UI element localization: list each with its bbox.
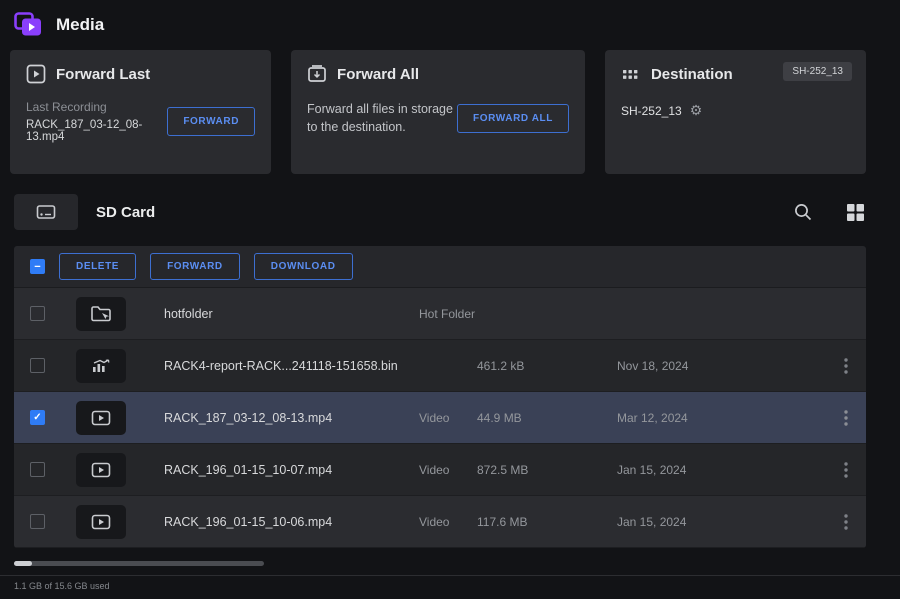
file-type: Video — [419, 515, 477, 529]
report-file-icon — [76, 349, 126, 383]
forward-last-card: Forward Last Last Recording RACK_187_03-… — [10, 50, 271, 174]
storage-usage-fill — [14, 561, 32, 566]
gear-icon[interactable]: ⚙ — [690, 102, 703, 119]
last-recording-label: Last Recording — [26, 100, 167, 114]
row-checkbox[interactable] — [30, 306, 45, 321]
file-type: Video — [419, 411, 477, 425]
file-date: Nov 18, 2024 — [617, 359, 826, 373]
destination-card: SH-252_13 Destination SH-252_13 ⚙ — [605, 50, 866, 174]
search-button[interactable] — [793, 202, 813, 222]
table-row[interactable]: RACK_196_01-15_10-06.mp4 Video 117.6 MB … — [14, 496, 866, 548]
video-file-icon — [76, 505, 126, 539]
row-checkbox[interactable] — [30, 514, 45, 529]
app-header: Media — [0, 0, 900, 48]
row-menu-button[interactable] — [826, 514, 866, 530]
table-row[interactable]: hotfolder Hot Folder — [14, 288, 866, 340]
forward-all-description: Forward all files in storage to the dest… — [307, 100, 457, 136]
table-row[interactable]: RACK_187_03-12_08-13.mp4 Video 44.9 MB M… — [14, 392, 866, 444]
file-size: 461.2 kB — [477, 359, 617, 373]
forward-selected-button[interactable]: FORWARD — [150, 253, 240, 280]
storage-title: SD Card — [96, 204, 155, 221]
file-size: 872.5 MB — [477, 463, 617, 477]
summary-cards: Forward Last Last Recording RACK_187_03-… — [10, 50, 866, 174]
sd-card-icon — [36, 203, 56, 221]
select-all-checkbox[interactable] — [30, 259, 45, 274]
file-type: Video — [419, 463, 477, 477]
storage-usage-bar — [14, 561, 264, 566]
play-square-icon — [26, 64, 46, 84]
destination-value: SH-252_13 — [621, 104, 682, 118]
file-table: DELETE FORWARD DOWNLOAD hotfolder Hot Fo… — [14, 246, 866, 548]
row-menu-button[interactable] — [826, 462, 866, 478]
hot-folder-icon — [76, 297, 126, 331]
search-icon — [793, 202, 813, 222]
table-row[interactable]: RACK_196_01-15_10-07.mp4 Video 872.5 MB … — [14, 444, 866, 496]
storage-usage-text: 1.1 GB of 15.6 GB used — [0, 576, 900, 591]
file-name: RACK_196_01-15_10-07.mp4 — [164, 463, 419, 477]
storage-selector-button[interactable] — [14, 194, 78, 230]
page-title: Media — [56, 15, 104, 35]
delete-button[interactable]: DELETE — [59, 253, 136, 280]
table-row[interactable]: RACK4-report-RACK...241118-151658.bin 46… — [14, 340, 866, 392]
forward-all-card: Forward All Forward all files in storage… — [291, 50, 585, 174]
row-checkbox[interactable] — [30, 410, 45, 425]
destination-badge: SH-252_13 — [783, 62, 852, 81]
download-button[interactable]: DOWNLOAD — [254, 253, 353, 280]
row-checkbox[interactable] — [30, 462, 45, 477]
file-name: RACK_187_03-12_08-13.mp4 — [164, 411, 419, 425]
file-type: Hot Folder — [419, 307, 477, 321]
file-date: Mar 12, 2024 — [617, 411, 826, 425]
grid-view-icon — [845, 202, 866, 223]
file-size: 44.9 MB — [477, 411, 617, 425]
destination-grid-icon — [621, 64, 641, 84]
storage-header: SD Card — [14, 194, 866, 230]
grid-view-button[interactable] — [845, 202, 866, 223]
row-menu-button[interactable] — [826, 410, 866, 426]
card-title: Forward All — [337, 66, 419, 83]
file-size: 117.6 MB — [477, 515, 617, 529]
forward-all-icon — [307, 64, 327, 84]
media-logo-icon — [14, 12, 44, 38]
card-title: Forward Last — [56, 66, 150, 83]
file-name: RACK_196_01-15_10-06.mp4 — [164, 515, 419, 529]
file-name: RACK4-report-RACK...241118-151658.bin — [164, 359, 419, 373]
file-date: Jan 15, 2024 — [617, 463, 826, 477]
card-title: Destination — [651, 66, 733, 83]
forward-all-button[interactable]: FORWARD ALL — [457, 104, 569, 133]
forward-button[interactable]: FORWARD — [167, 107, 255, 136]
video-file-icon — [76, 401, 126, 435]
table-toolbar: DELETE FORWARD DOWNLOAD — [14, 246, 866, 288]
video-file-icon — [76, 453, 126, 487]
file-name: hotfolder — [164, 307, 419, 321]
row-checkbox[interactable] — [30, 358, 45, 373]
row-menu-button[interactable] — [826, 358, 866, 374]
last-recording-filename: RACK_187_03-12_08-13.mp4 — [26, 119, 167, 143]
file-date: Jan 15, 2024 — [617, 515, 826, 529]
